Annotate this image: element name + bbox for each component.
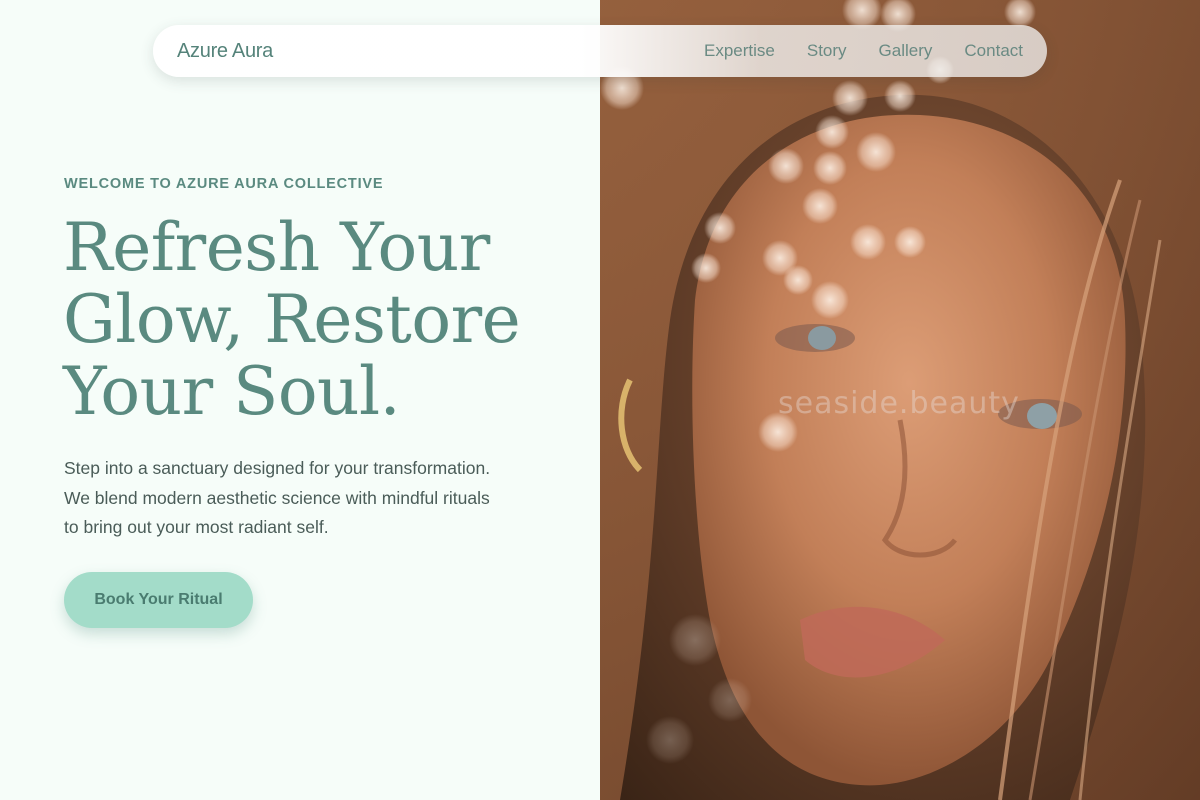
headline-line: Glow, Restore bbox=[63, 281, 521, 358]
nav-links: Expertise Story Gallery Contact bbox=[704, 41, 1023, 61]
nav-link-expertise[interactable]: Expertise bbox=[704, 41, 775, 61]
landing-page: seaside.beauty Azure Aura Expertise Stor… bbox=[0, 0, 1200, 800]
headline-line: Refresh Your bbox=[63, 209, 490, 286]
hero-headline: Refresh Your Glow, Restore Your Soul. bbox=[63, 212, 583, 428]
nav-link-gallery[interactable]: Gallery bbox=[879, 41, 933, 61]
image-watermark: seaside.beauty bbox=[778, 386, 1020, 421]
brand-logo-text[interactable]: Azure Aura bbox=[177, 40, 273, 63]
description-line: We blend modern aesthetic science with m… bbox=[64, 487, 490, 508]
headline-line: Your Soul. bbox=[63, 353, 401, 430]
hero-description: Step into a sanctuary designed for your … bbox=[64, 454, 544, 543]
book-ritual-button[interactable]: Book Your Ritual bbox=[64, 572, 253, 628]
nav-link-story[interactable]: Story bbox=[807, 41, 847, 61]
nav-link-contact[interactable]: Contact bbox=[964, 41, 1023, 61]
top-navbar: Azure Aura Expertise Story Gallery Conta… bbox=[153, 25, 1047, 77]
description-line: Step into a sanctuary designed for your … bbox=[64, 458, 491, 478]
hero-eyebrow: WELCOME TO AZURE AURA COLLECTIVE bbox=[64, 176, 384, 192]
description-line: to bring out your most radiant self. bbox=[64, 517, 329, 537]
